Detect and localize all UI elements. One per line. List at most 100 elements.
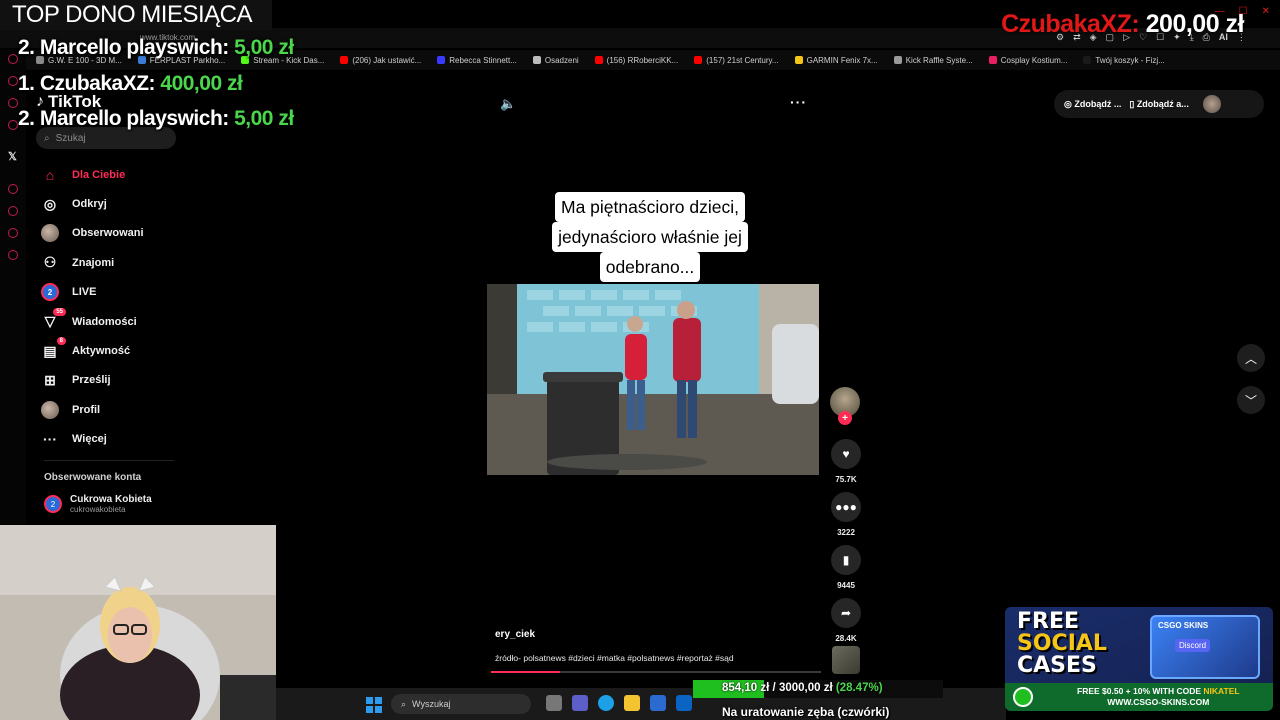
- task-view-icon[interactable]: [546, 695, 562, 711]
- profile-avatar-icon: [40, 400, 60, 420]
- bookmark-item[interactable]: Rebecca Stinnett...: [437, 56, 517, 65]
- bookmark-item[interactable]: Osadzeni: [532, 55, 579, 65]
- minimize-icon[interactable]: —: [1215, 6, 1225, 17]
- donor-name: Marcello playswich:: [39, 107, 229, 130]
- activity-icon: ▤ 8: [40, 337, 66, 361]
- player-icon[interactable]: [8, 184, 18, 194]
- store-icon[interactable]: [650, 695, 666, 711]
- get-app-button[interactable]: ▯ Zdobądź a...: [1129, 99, 1188, 110]
- top-bar-actions: ◎ Zdobądź ... ▯ Zdobądź a...: [1054, 90, 1264, 118]
- messages-icon: ▽ 55: [40, 307, 66, 332]
- caption-line: odebrano...: [599, 252, 701, 282]
- video-scene-image: [487, 284, 819, 475]
- sidebar-item-znajomi[interactable]: ⚇ Znajomi: [40, 248, 190, 277]
- promo-url: WWW.CSGO-SKINS.COM: [1107, 697, 1210, 707]
- save-count: 9445: [837, 581, 855, 590]
- home-icon: ⌂: [45, 166, 55, 183]
- bookmark-item[interactable]: (156) RRoberciKK...: [594, 56, 678, 65]
- donation-goal-label: Na uratowanie zęba (czwórki): [722, 705, 890, 719]
- taskbar-search[interactable]: ⌕ Wyszukaj: [391, 694, 531, 714]
- volume-icon[interactable]: 🔈: [500, 96, 516, 112]
- caption-line: Ma piętnaścioro dzieci,: [555, 192, 745, 222]
- video-author[interactable]: ery_ciek: [495, 629, 535, 640]
- sidebar-item-label: Dla Ciebie: [72, 168, 126, 181]
- get-coins-button[interactable]: ◎ Zdobądź ...: [1064, 99, 1121, 110]
- sidebar-item-label: Odkryj: [72, 198, 107, 211]
- donor-amount: 5,00 zł: [234, 36, 294, 59]
- comment-icon[interactable]: ●●●: [831, 492, 861, 522]
- comment-action: ●●● 3222: [830, 492, 862, 537]
- more-options-icon[interactable]: ···: [790, 94, 807, 110]
- share-icon[interactable]: ➦: [831, 598, 861, 628]
- maximize-icon[interactable]: ☐: [1239, 6, 1248, 17]
- sidebar-item-label: Obserwowani: [72, 227, 144, 240]
- bookmark-item[interactable]: (206) Jak ustawić...: [340, 56, 421, 65]
- live-icon: 2: [40, 282, 60, 302]
- sidebar-nav: ⌂ Dla Ciebie ◎ Odkryj Obserwowani ⚇ Znajomi 2 LI…: [40, 160, 190, 454]
- video-frame[interactable]: [487, 284, 819, 475]
- music-disc-avatar[interactable]: [832, 646, 860, 674]
- x-twitter-icon[interactable]: 𝕏: [8, 150, 17, 163]
- promo-code: NIKATEL: [1203, 686, 1240, 696]
- bookmark-icon[interactable]: ▮: [831, 545, 861, 575]
- profile-avatar[interactable]: [1202, 95, 1221, 113]
- pinboard-icon[interactable]: [8, 228, 18, 238]
- bookmark-item[interactable]: Kick Raffle Syste...: [893, 56, 973, 65]
- sidebar-item-live[interactable]: 2 LIVE: [40, 278, 190, 307]
- followed-account-item[interactable]: 2 Cukrowa Kobieta cukrowakobieta: [44, 494, 152, 514]
- bookmark-favicon-icon: [988, 56, 997, 64]
- windows-start-icon[interactable]: [366, 697, 382, 713]
- sidebar-item-label: Wiadomości: [72, 315, 137, 328]
- live-badge: 2: [41, 283, 59, 302]
- coin-icon: [1013, 687, 1033, 707]
- sidebar-item-profil[interactable]: Profil: [40, 395, 190, 424]
- mail-icon[interactable]: [676, 695, 692, 711]
- ad-promo-text: FREE $0.50 + 10% WITH CODE NIKATEL WWW.C…: [1077, 686, 1240, 708]
- bookmark-favicon-icon: [1083, 56, 1092, 64]
- sidebar-item-wiadomości[interactable]: ▽ 55 Wiadomości: [40, 307, 190, 336]
- bookmark-item[interactable]: Cosplay Kostium...: [988, 56, 1067, 65]
- sidebar-item-prześlij[interactable]: ⊞ Prześlij: [40, 366, 190, 395]
- sidebar-item-obserwowani[interactable]: Obserwowani: [40, 219, 190, 248]
- edge-icon[interactable]: [598, 695, 614, 711]
- follow-plus-icon[interactable]: +: [838, 411, 852, 425]
- sidebar-item-więcej[interactable]: ··· Więcej: [40, 425, 190, 454]
- account-name: Cukrowa Kobieta: [70, 494, 152, 505]
- creator-avatar[interactable]: +: [830, 387, 860, 425]
- teams-icon[interactable]: [572, 695, 588, 711]
- whatsapp-icon[interactable]: [8, 120, 18, 130]
- next-video-button[interactable]: ﹀: [1237, 386, 1265, 414]
- close-icon[interactable]: ✕: [1262, 6, 1270, 17]
- heart-icon[interactable]: ♥: [831, 439, 861, 469]
- donor-rank: 1.: [18, 72, 35, 95]
- ad-title-line: CASES: [1017, 653, 1097, 678]
- sidebar-item-dla-ciebie[interactable]: ⌂ Dla Ciebie: [40, 160, 190, 189]
- bookmark-label: Osadzeni: [544, 55, 579, 65]
- history-icon[interactable]: [8, 206, 18, 216]
- donor-name: CzubakaXZ:: [39, 72, 156, 95]
- sidebar-item-aktywność[interactable]: ▤ 8 Aktywność: [40, 336, 190, 365]
- chevron-down-icon: ﹀: [1244, 393, 1257, 408]
- instagram-icon[interactable]: [8, 98, 18, 108]
- top-donor-line: 2. Marcello playswich: 5,00 zł: [18, 36, 294, 60]
- bookmark-item[interactable]: (157) 21st Century...: [694, 56, 779, 65]
- video-caption: Ma piętnaścioro dzieci, jedynaścioro wła…: [536, 192, 764, 282]
- messenger-icon[interactable]: [8, 76, 18, 86]
- settings-icon[interactable]: [8, 250, 18, 260]
- upload-icon: ⊞: [44, 371, 56, 388]
- account-handle: cukrowakobieta: [70, 505, 126, 514]
- chevron-up-icon: ︿: [1244, 351, 1257, 366]
- video-progress-bar[interactable]: [491, 671, 821, 673]
- get-app-label: Zdobądź a...: [1136, 98, 1189, 109]
- sidebar-item-label: Profil: [72, 403, 101, 416]
- sidebar-item-odkryj[interactable]: ◎ Odkryj: [40, 189, 190, 218]
- followed-accounts-title: Obserwowane konta: [44, 472, 142, 483]
- discord-label: Discord: [1175, 639, 1211, 652]
- bookmark-item[interactable]: Twój koszyk - Fizj...: [1083, 55, 1165, 65]
- previous-video-button[interactable]: ︿: [1237, 344, 1265, 372]
- bookmark-label: Twój koszyk - Fizj...: [1095, 55, 1165, 65]
- sidebar-item-label: Aktywność: [72, 345, 131, 358]
- file-explorer-icon[interactable]: [624, 695, 640, 711]
- opera-icon[interactable]: [8, 54, 18, 64]
- bookmark-item[interactable]: GARMIN Fenix 7x...: [794, 56, 878, 65]
